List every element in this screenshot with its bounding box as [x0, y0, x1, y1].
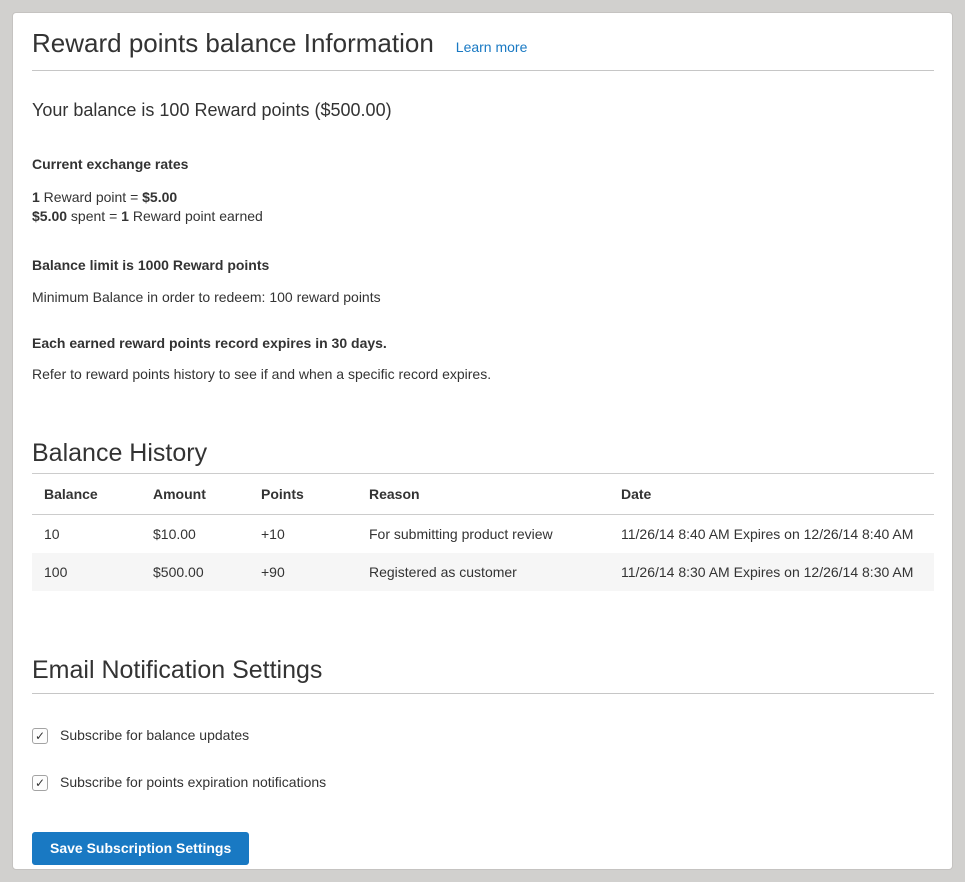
exchange-rates: 1 Reward point = $5.00 $5.00 spent = 1 R…	[32, 188, 934, 226]
cell-amount: $10.00	[141, 515, 249, 554]
balance-limit: Balance limit is 1000 Reward points	[32, 257, 934, 274]
checkmark-icon: ✓	[35, 730, 45, 742]
panel-header: Reward points balance Information Learn …	[32, 27, 934, 71]
exchange-rates-heading: Current exchange rates	[32, 156, 934, 173]
cell-date: 11/26/14 8:30 AM Expires on 12/26/14 8:3…	[609, 553, 934, 591]
balance-history-title: Balance History	[32, 438, 934, 468]
column-header-date: Date	[609, 474, 934, 515]
balance-updates-label[interactable]: Subscribe for balance updates	[60, 727, 249, 744]
column-header-amount: Amount	[141, 474, 249, 515]
checkmark-icon: ✓	[35, 777, 45, 789]
cell-amount: $500.00	[141, 553, 249, 591]
table-row: 100 $500.00 +90 Registered as customer 1…	[32, 553, 934, 591]
cell-reason: Registered as customer	[357, 553, 609, 591]
balance-updates-checkbox[interactable]: ✓	[32, 728, 48, 744]
table-row: 10 $10.00 +10 For submitting product rev…	[32, 515, 934, 554]
page-background: Reward points balance Information Learn …	[0, 0, 965, 882]
cell-points: +10	[249, 515, 357, 554]
save-subscription-settings-button[interactable]: Save Subscription Settings	[32, 832, 249, 865]
rate-to-currency: 1 Reward point = $5.00	[32, 188, 934, 207]
email-settings-title: Email Notification Settings	[32, 655, 934, 694]
expiration-rule: Each earned reward points record expires…	[32, 335, 934, 352]
subscribe-expiration-row[interactable]: ✓ Subscribe for points expiration notifi…	[32, 774, 934, 791]
cell-points: +90	[249, 553, 357, 591]
balance-summary: Your balance is 100 Reward points ($500.…	[32, 99, 934, 122]
rate-to-points: $5.00 spent = 1 Reward point earned	[32, 207, 934, 226]
expiration-note: Refer to reward points history to see if…	[32, 366, 934, 383]
column-header-points: Points	[249, 474, 357, 515]
cell-balance: 100	[32, 553, 141, 591]
column-header-reason: Reason	[357, 474, 609, 515]
learn-more-link[interactable]: Learn more	[456, 39, 528, 55]
minimum-balance: Minimum Balance in order to redeem: 100 …	[32, 289, 934, 306]
column-header-balance: Balance	[32, 474, 141, 515]
balance-history-table: Balance Amount Points Reason Date 10 $10…	[32, 473, 934, 591]
expiration-notifications-label[interactable]: Subscribe for points expiration notifica…	[60, 774, 326, 791]
subscribe-balance-updates-row[interactable]: ✓ Subscribe for balance updates	[32, 727, 934, 744]
cell-reason: For submitting product review	[357, 515, 609, 554]
reward-points-panel: Reward points balance Information Learn …	[12, 12, 953, 870]
expiration-notifications-checkbox[interactable]: ✓	[32, 775, 48, 791]
cell-date: 11/26/14 8:40 AM Expires on 12/26/14 8:4…	[609, 515, 934, 554]
table-header-row: Balance Amount Points Reason Date	[32, 474, 934, 515]
cell-balance: 10	[32, 515, 141, 554]
page-title: Reward points balance Information	[32, 27, 434, 59]
